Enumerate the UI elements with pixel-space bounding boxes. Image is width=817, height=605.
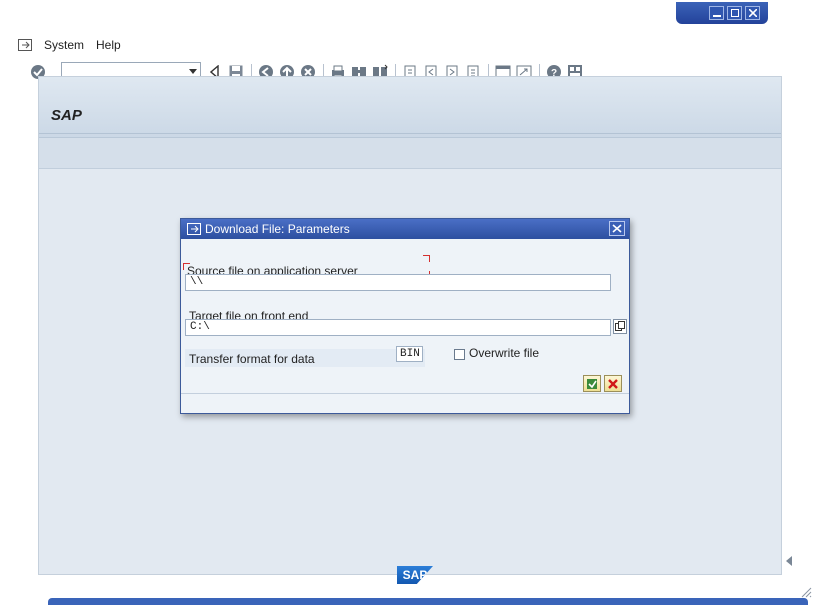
source-file-input[interactable]: \\: [185, 274, 611, 291]
overwrite-label: Overwrite file: [469, 346, 540, 360]
target-file-input[interactable]: C:\: [185, 319, 611, 336]
dropdown-arrow-icon[interactable]: [189, 69, 197, 74]
cancel-dialog-button[interactable]: [604, 375, 622, 392]
overwrite-checkbox[interactable]: [454, 349, 465, 360]
application-toolbar: [39, 138, 781, 169]
minimize-button[interactable]: [709, 6, 724, 20]
close-icon: [612, 224, 622, 233]
maximize-icon: [730, 9, 739, 17]
transfer-format-input[interactable]: BIN: [396, 346, 423, 362]
window-bottom-border: [48, 598, 808, 605]
download-dialog: Download File: Parameters Source file on…: [180, 218, 630, 414]
close-window-button[interactable]: [745, 6, 760, 20]
window-controls: [676, 2, 768, 24]
title-divider: [39, 133, 781, 134]
dialog-close-button[interactable]: [609, 221, 625, 236]
file-browse-button[interactable]: [613, 319, 627, 334]
resize-grip-icon[interactable]: [800, 586, 812, 598]
copy-icon: [615, 321, 625, 331]
menu-system[interactable]: System: [44, 38, 84, 52]
menu-icon[interactable]: [18, 39, 32, 51]
continue-button[interactable]: [583, 375, 601, 392]
menu-bar: System Help: [18, 36, 121, 54]
title-bar: SAP: [39, 77, 781, 138]
transfer-format-label: Transfer format for data: [189, 352, 315, 366]
continue-icon: [587, 378, 597, 389]
dialog-title: Download File: Parameters: [205, 222, 350, 236]
dialog-menu-icon[interactable]: [187, 223, 201, 235]
dialog-footer-divider: [181, 393, 629, 394]
minimize-icon: [712, 15, 721, 17]
maximize-button[interactable]: [727, 6, 742, 20]
menu-help[interactable]: Help: [96, 38, 121, 52]
focus-corner-top-right: [423, 255, 430, 262]
page-title: SAP: [51, 107, 82, 124]
status-bar-toggle-icon[interactable]: [786, 556, 792, 566]
dialog-title-bar[interactable]: Download File: Parameters: [181, 219, 629, 239]
sap-logo: SAP: [397, 566, 433, 584]
cancel-x-icon: [608, 378, 618, 389]
close-icon: [748, 9, 757, 17]
